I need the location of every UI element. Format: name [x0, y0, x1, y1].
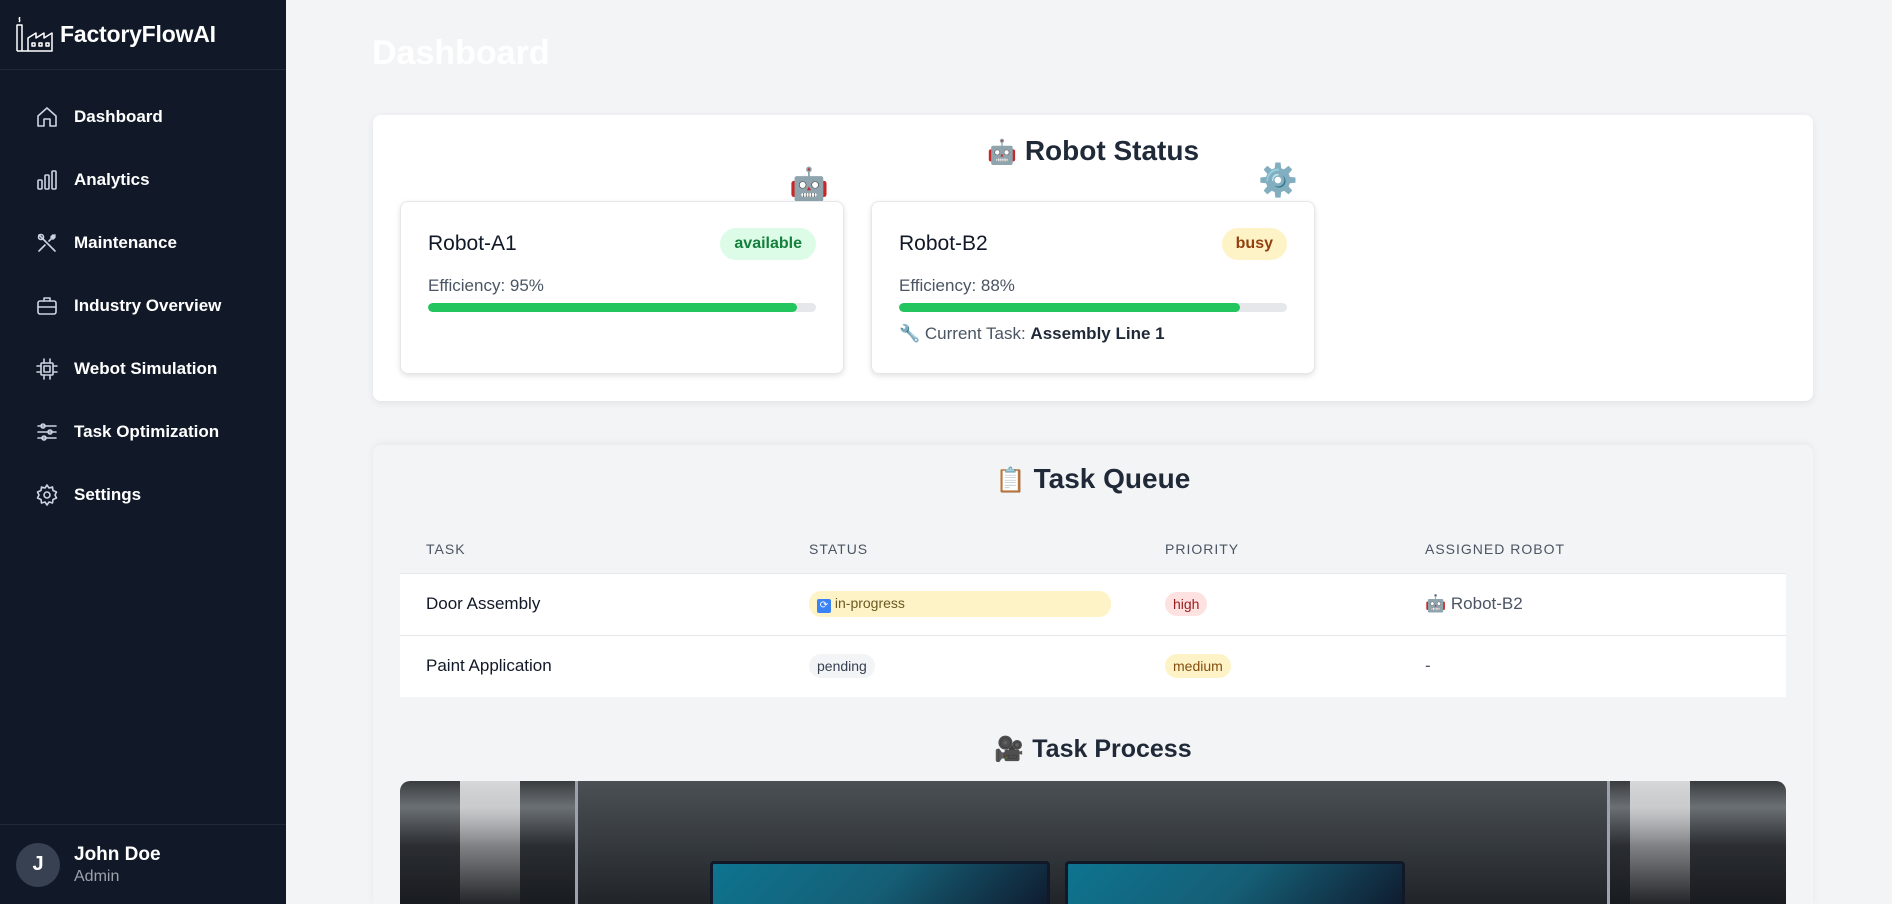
- status-badge: available: [720, 228, 816, 260]
- status-pill: ⟳ in-progress: [809, 591, 1111, 617]
- current-task-label: Current Task:: [924, 324, 1026, 343]
- robot-card[interactable]: Robot-A1 available Efficiency: 95%: [400, 201, 844, 374]
- video-monitor: [710, 861, 1050, 904]
- priority-cell: medium: [1139, 634, 1399, 697]
- sidebar-item-label: Analytics: [74, 169, 150, 189]
- robot-card[interactable]: Robot-B2 busy Efficiency: 88% 🔧 Current …: [871, 201, 1315, 374]
- robot-emoji-icon: 🤖: [986, 139, 1017, 166]
- video-light-streak: [460, 781, 520, 904]
- sidebar-item-label: Settings: [74, 484, 142, 504]
- robot-status-title-text: Robot Status: [1024, 135, 1200, 166]
- video-camera-icon: 🎥: [994, 736, 1025, 763]
- table-row[interactable]: Door Assembly ⟳ in-progress high 🤖 Robot…: [400, 572, 1786, 635]
- video-light-streak: [1630, 781, 1690, 904]
- assigned-robot-name: Robot-B2: [1450, 594, 1523, 613]
- assigned-cell: -: [1399, 634, 1786, 697]
- robot-name: Robot-A1: [428, 232, 517, 255]
- sidebar-item-webot-simulation[interactable]: Webot Simulation: [0, 337, 286, 400]
- app-name: FactoryFlowAI: [60, 21, 216, 47]
- efficiency-label: Efficiency: 95%: [428, 276, 544, 295]
- sidebar-item-dashboard[interactable]: Dashboard: [0, 85, 286, 148]
- robot-small-icon: 🤖: [1425, 594, 1447, 613]
- home-icon: [34, 104, 60, 130]
- sidebar-item-label: Industry Overview: [74, 295, 222, 315]
- sliders-icon: [34, 419, 60, 445]
- gear-icon: [34, 482, 60, 508]
- refresh-icon: ⟳: [817, 599, 831, 613]
- current-task-value: Assembly Line 1: [1030, 324, 1165, 343]
- page-title: Dashboard: [372, 34, 550, 72]
- briefcase-icon: [34, 293, 60, 319]
- table-header-row: TASK STATUS PRIORITY ASSIGNED ROBOT: [400, 525, 1786, 573]
- task-cell: Door Assembly: [400, 572, 783, 635]
- sidebar-item-label: Webot Simulation: [74, 358, 218, 378]
- cpu-icon: [34, 356, 60, 382]
- task-process-title: 🎥 Task Process: [373, 735, 1813, 764]
- task-queue-panel: 📋 Task Queue TASK STATUS PRIORITY ASSIGNE…: [373, 445, 1813, 904]
- efficiency-label: Efficiency: 88%: [899, 276, 1015, 295]
- sidebar-item-analytics[interactable]: Analytics: [0, 148, 286, 211]
- efficiency-bar: [899, 303, 1287, 312]
- task-table: TASK STATUS PRIORITY ASSIGNED ROBOT Door…: [400, 525, 1786, 697]
- sidebar-nav: Dashboard Analytics Maintenance Industry…: [0, 85, 286, 526]
- video-monitor: [1065, 861, 1405, 904]
- assigned-cell: 🤖 Robot-B2: [1399, 572, 1786, 635]
- column-header-priority: PRIORITY: [1165, 540, 1240, 557]
- user-profile[interactable]: J John Doe Admin: [0, 824, 286, 904]
- column-header-assigned-robot: ASSIGNED ROBOT: [1425, 540, 1566, 557]
- avatar: J: [16, 842, 60, 887]
- efficiency-bar-fill: [899, 303, 1241, 312]
- robot-name: Robot-B2: [899, 232, 988, 255]
- clipboard-icon: 📋: [995, 467, 1026, 494]
- task-queue-title-text: Task Queue: [1033, 463, 1191, 494]
- user-info: John Doe Admin: [74, 844, 161, 886]
- bar-chart-icon: [34, 167, 60, 193]
- sidebar: FactoryFlowAI Dashboard Analytics Mainte…: [0, 0, 286, 904]
- priority-pill: high: [1165, 592, 1208, 616]
- column-header-status: STATUS: [809, 540, 869, 557]
- task-process-title-text: Task Process: [1032, 735, 1192, 763]
- sidebar-item-label: Maintenance: [74, 232, 177, 252]
- sidebar-item-label: Dashboard: [74, 106, 163, 126]
- priority-pill: medium: [1165, 654, 1231, 679]
- efficiency-bar-fill: [428, 303, 797, 312]
- wrench-icon: 🔧: [899, 324, 921, 343]
- robot-status-title: 🤖 Robot Status: [373, 135, 1813, 167]
- priority-cell: high: [1139, 572, 1399, 635]
- status-text: in-progress: [834, 595, 905, 611]
- sidebar-item-industry-overview[interactable]: Industry Overview: [0, 274, 286, 337]
- status-cell: pending: [783, 634, 1139, 697]
- task-queue-title: 📋 Task Queue: [373, 463, 1813, 495]
- task-process-video[interactable]: [400, 781, 1786, 904]
- sidebar-item-label: Task Optimization: [74, 421, 220, 441]
- table-row[interactable]: Paint Application pending medium -: [400, 634, 1786, 697]
- status-badge: busy: [1221, 228, 1287, 260]
- status-cell: ⟳ in-progress: [783, 572, 1139, 635]
- current-task: 🔧 Current Task: Assembly Line 1: [899, 324, 1165, 344]
- sidebar-item-task-optimization[interactable]: Task Optimization: [0, 400, 286, 463]
- task-cell: Paint Application: [400, 634, 783, 697]
- tools-icon: [34, 230, 60, 256]
- robot-status-panel: 🤖 Robot Status 🤖 ⚙️ Robot-A1 available Ef…: [373, 115, 1813, 401]
- gear-decoration-icon: ⚙️: [1258, 162, 1298, 198]
- user-role: Admin: [74, 867, 120, 885]
- factory-logo-icon: [16, 16, 53, 52]
- sidebar-item-settings[interactable]: Settings: [0, 463, 286, 526]
- brand[interactable]: FactoryFlowAI: [0, 0, 286, 70]
- status-pill: pending: [809, 654, 875, 679]
- column-header-task: TASK: [426, 540, 466, 557]
- efficiency-bar: [428, 303, 816, 312]
- robot-face-icon: 🤖: [789, 166, 829, 202]
- sidebar-item-maintenance[interactable]: Maintenance: [0, 211, 286, 274]
- user-name: John Doe: [74, 843, 161, 865]
